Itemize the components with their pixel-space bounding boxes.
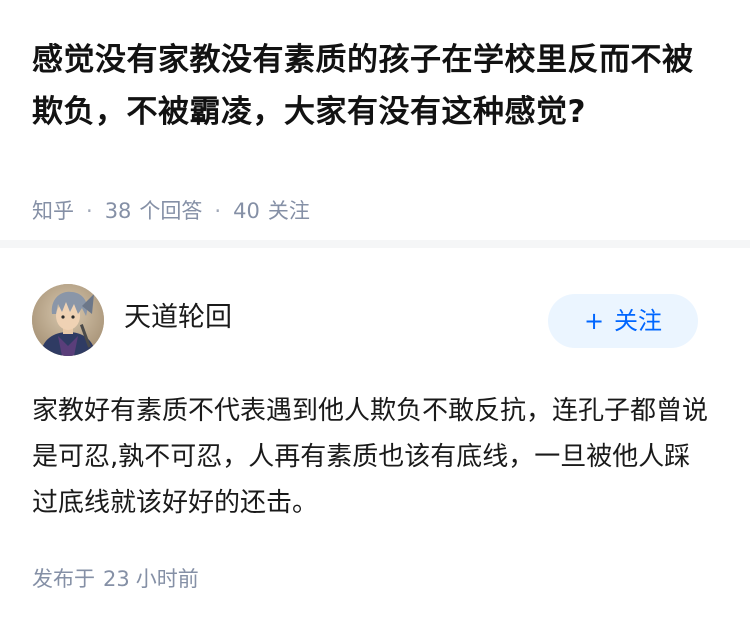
meta-separator: ·	[214, 199, 222, 223]
avatar-image-icon	[32, 284, 104, 356]
follow-button-label: 关注	[614, 307, 663, 335]
publish-time-value: 23	[103, 567, 130, 591]
follow-count: 40	[233, 199, 260, 223]
question-meta: 知乎 · 38 个回答 · 40 关注	[32, 196, 310, 226]
publish-time: 发布于 23 小时前	[32, 564, 199, 594]
source-label[interactable]: 知乎	[32, 199, 74, 223]
follow-button[interactable]: + 关注	[548, 294, 698, 348]
plus-icon: +	[583, 307, 605, 335]
question-card: 感觉没有家教没有素质的孩子在学校里反而不被欺负，不被霸凌，大家有没有这种感觉? …	[0, 0, 750, 248]
follow-count-label[interactable]: 关注	[268, 199, 310, 223]
answer-author-row: 天道轮回 + 关注	[0, 256, 750, 376]
author-name[interactable]: 天道轮回	[124, 300, 232, 336]
answer-count-label[interactable]: 个回答	[139, 199, 202, 223]
publish-time-prefix: 发布于	[32, 567, 95, 591]
question-title[interactable]: 感觉没有家教没有素质的孩子在学校里反而不被欺负，不被霸凌，大家有没有这种感觉?	[32, 34, 722, 138]
author-avatar[interactable]	[32, 284, 104, 356]
publish-time-unit: 小时前	[135, 567, 199, 591]
answer-count: 38	[104, 199, 132, 223]
meta-separator: ·	[86, 199, 93, 223]
answer-content[interactable]: 家教好有素质不代表遇到他人欺负不敢反抗，连孔子都曾说是可忍,孰不可忍，人再有素质…	[32, 388, 712, 526]
